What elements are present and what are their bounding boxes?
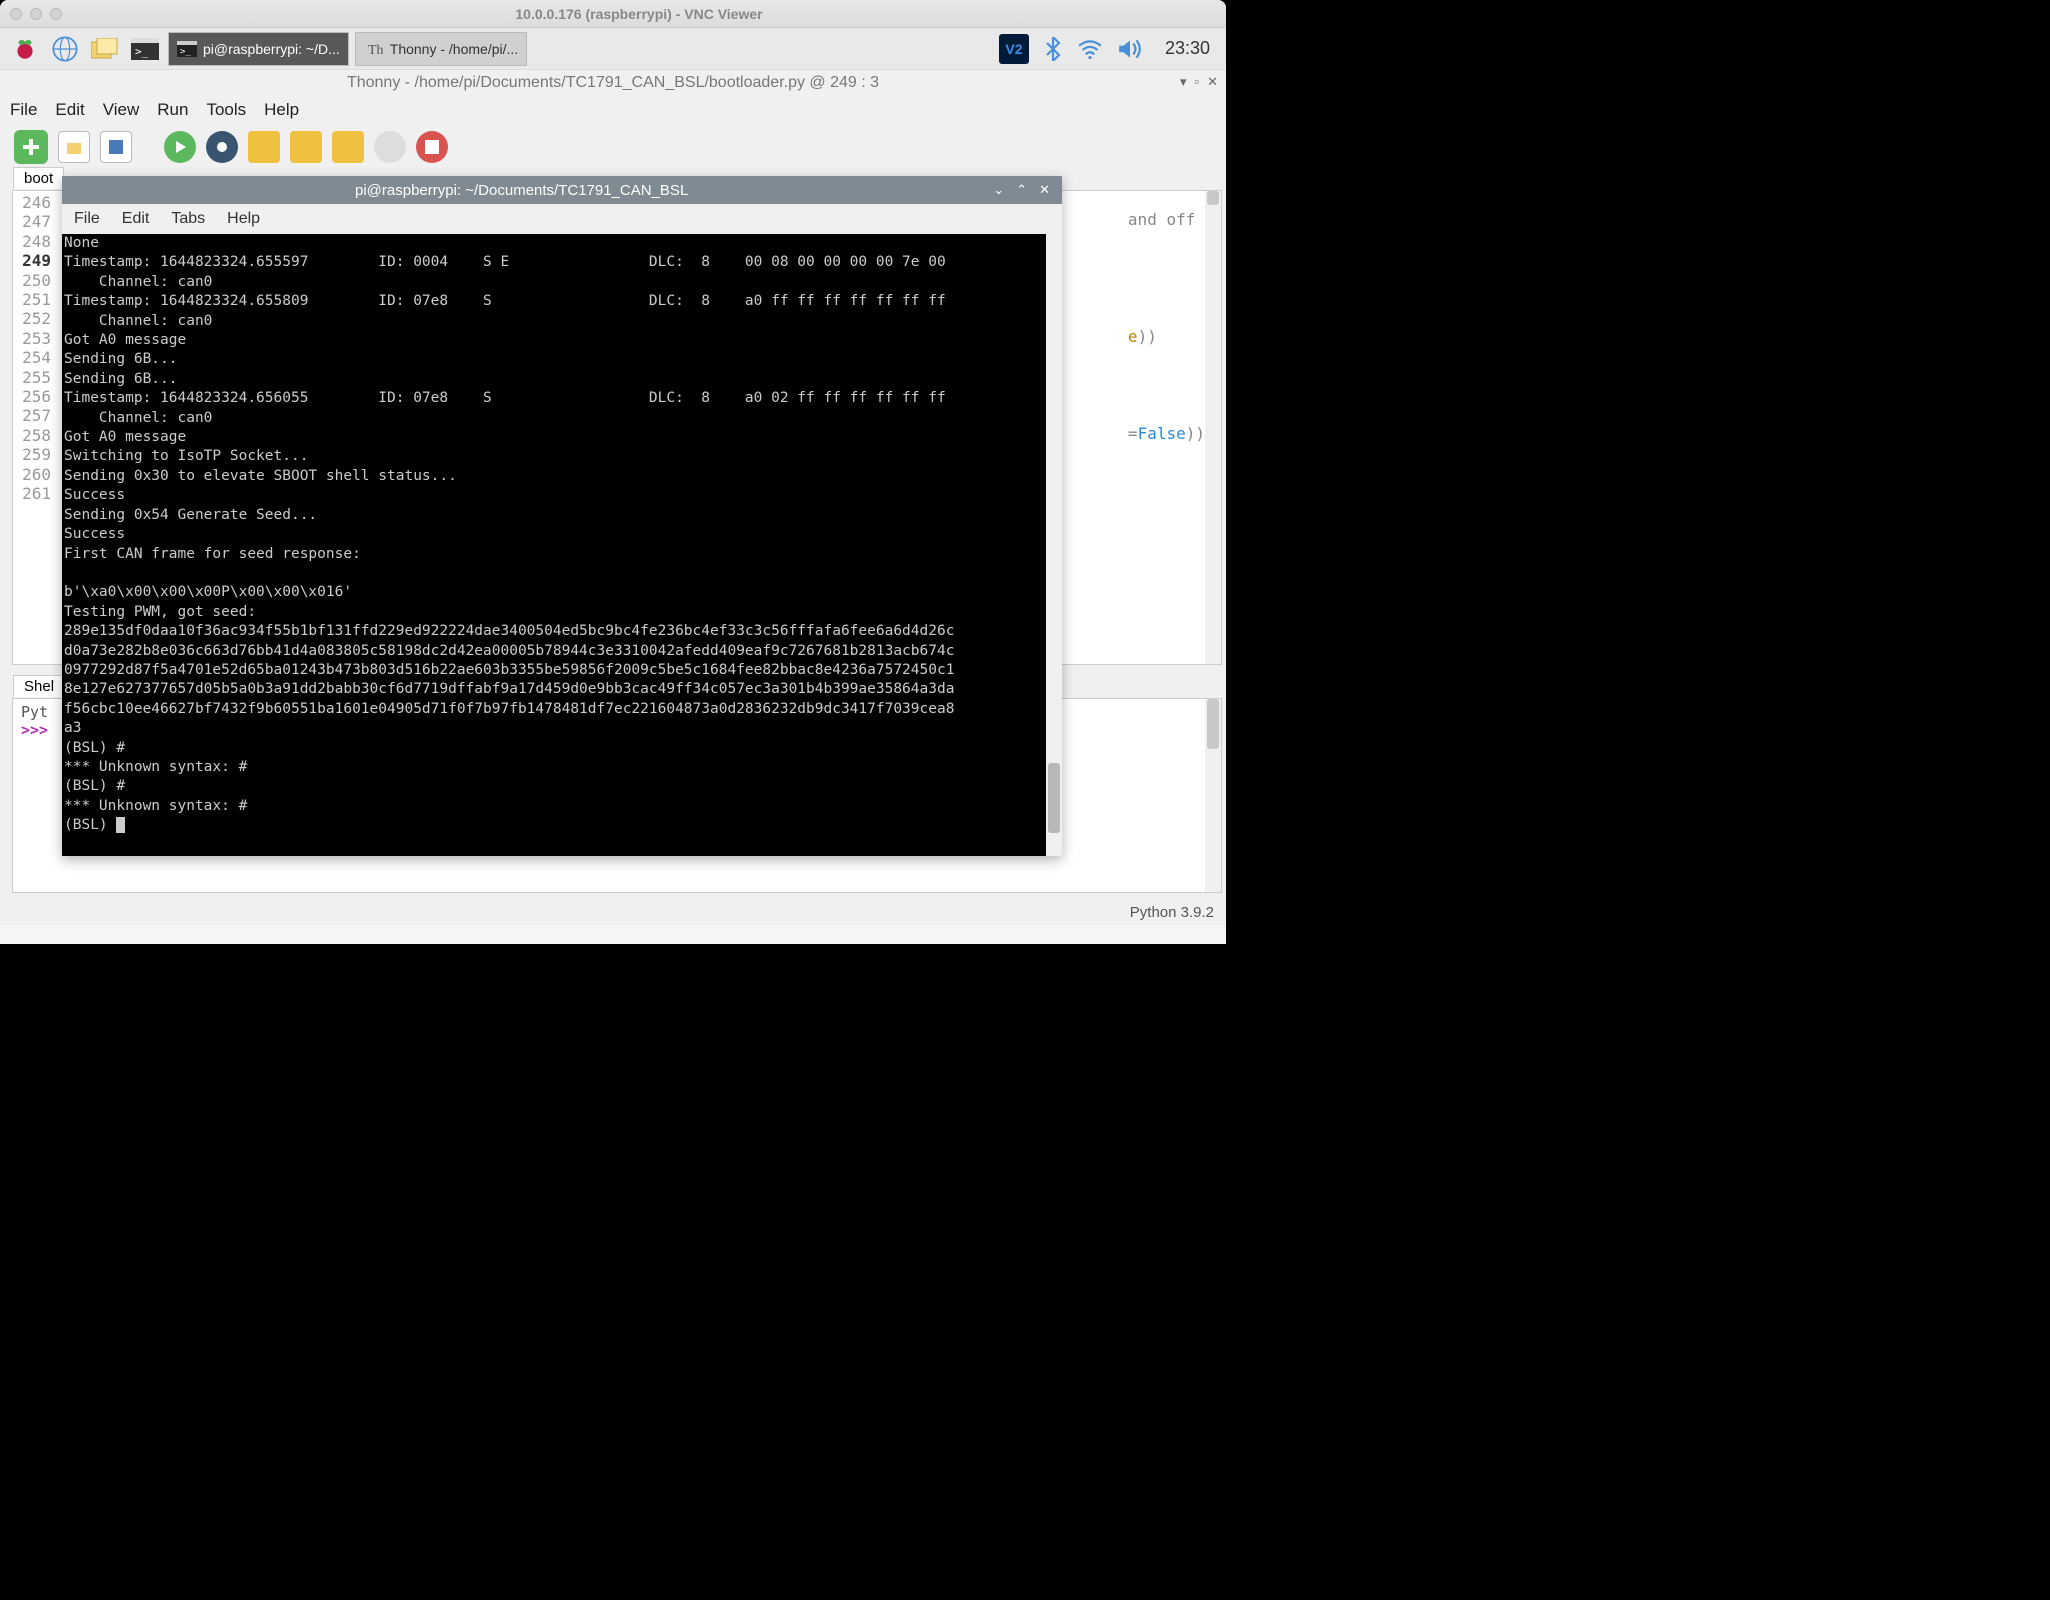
- thonny-menubar: File Edit View Run Tools Help: [0, 96, 1226, 124]
- run-button[interactable]: [164, 131, 196, 163]
- minimize-dot[interactable]: [30, 8, 42, 20]
- menu-edit[interactable]: Edit: [55, 100, 84, 120]
- thonny-icon: Th: [364, 39, 384, 59]
- terminal-body[interactable]: None Timestamp: 1644823324.655597 ID: 00…: [62, 234, 1046, 856]
- pi-taskbar: >_ >_ pi@raspberrypi: ~/D... Th Thonny -…: [0, 28, 1226, 70]
- code-fragment: and off e)) =False)): [1128, 191, 1205, 463]
- thonny-max-icon[interactable]: ▫: [1194, 74, 1199, 90]
- close-dot[interactable]: [10, 8, 22, 20]
- shell-tab[interactable]: Shel: [13, 675, 65, 697]
- terminal-titlebar[interactable]: pi@raspberrypi: ~/Documents/TC1791_CAN_B…: [62, 176, 1062, 204]
- thonny-toolbar: [0, 124, 1226, 170]
- volume-icon[interactable]: [1117, 38, 1143, 60]
- terminal-scrollbar[interactable]: [1046, 234, 1062, 856]
- svg-text:Th: Th: [368, 43, 383, 58]
- menu-file[interactable]: File: [10, 100, 37, 120]
- terminal-title: pi@raspberrypi: ~/Documents/TC1791_CAN_B…: [62, 182, 981, 199]
- new-file-button[interactable]: [14, 130, 48, 164]
- term-menu-edit[interactable]: Edit: [122, 210, 150, 228]
- taskbar-tray: V2 23:30: [999, 34, 1218, 64]
- term-menu-help[interactable]: Help: [227, 210, 260, 228]
- menu-tools[interactable]: Tools: [206, 100, 246, 120]
- stop-button[interactable]: [416, 131, 448, 163]
- menu-help[interactable]: Help: [264, 100, 299, 120]
- raspberry-menu-icon[interactable]: [8, 32, 42, 66]
- taskbar-clock[interactable]: 23:30: [1157, 38, 1218, 59]
- window-traffic-lights[interactable]: [10, 8, 62, 20]
- vnc-titlebar: 10.0.0.176 (raspberrypi) - VNC Viewer: [0, 0, 1226, 28]
- zoom-dot[interactable]: [50, 8, 62, 20]
- thonny-title: Thonny - /home/pi/Documents/TC1791_CAN_B…: [0, 70, 1226, 96]
- open-button[interactable]: [58, 131, 90, 163]
- thonny-close-icon[interactable]: ✕: [1207, 74, 1218, 90]
- resume-button[interactable]: [374, 131, 406, 163]
- terminal-scroll-thumb[interactable]: [1048, 763, 1060, 833]
- terminal-menubar: File Edit Tabs Help: [62, 204, 1062, 234]
- line-gutter: 2462472482492502512522532542552562572582…: [13, 191, 55, 664]
- vnc-window-title: 10.0.0.176 (raspberrypi) - VNC Viewer: [62, 6, 1216, 22]
- filemanager-icon[interactable]: [88, 32, 122, 66]
- thonny-statusbar: Python 3.9.2: [1126, 900, 1218, 925]
- taskbar-app-thonny[interactable]: Th Thonny - /home/pi/...: [355, 32, 527, 66]
- menu-run[interactable]: Run: [157, 100, 188, 120]
- step-into-button[interactable]: [290, 131, 322, 163]
- vnc-tray-icon[interactable]: V2: [999, 34, 1029, 64]
- terminal-icon: >_: [177, 39, 197, 59]
- step-over-button[interactable]: [248, 131, 280, 163]
- terminal-launcher-icon[interactable]: >_: [128, 32, 162, 66]
- taskbar-app-terminal-label: pi@raspberrypi: ~/D...: [203, 41, 340, 57]
- bluetooth-icon[interactable]: [1043, 37, 1063, 61]
- terminal-window: pi@raspberrypi: ~/Documents/TC1791_CAN_B…: [62, 176, 1062, 856]
- menu-view[interactable]: View: [103, 100, 140, 120]
- shell-scrollbar[interactable]: [1205, 699, 1221, 892]
- term-menu-file[interactable]: File: [74, 210, 100, 228]
- debug-button[interactable]: [206, 131, 238, 163]
- step-out-button[interactable]: [332, 131, 364, 163]
- editor-tab[interactable]: boot: [13, 167, 64, 189]
- wifi-icon[interactable]: [1077, 39, 1103, 59]
- thonny-min-icon[interactable]: ▾: [1180, 74, 1187, 90]
- taskbar-app-terminal[interactable]: >_ pi@raspberrypi: ~/D...: [168, 32, 349, 66]
- shell-prompt: >>>: [21, 721, 48, 739]
- svg-text:>_: >_: [135, 45, 149, 58]
- save-button[interactable]: [100, 131, 132, 163]
- terminal-max-icon[interactable]: ⌃: [1016, 182, 1027, 198]
- terminal-close-icon[interactable]: ✕: [1039, 182, 1050, 198]
- terminal-min-icon[interactable]: ⌄: [993, 182, 1004, 198]
- editor-scrollbar[interactable]: [1205, 191, 1221, 664]
- svg-text:>_: >_: [180, 47, 191, 57]
- taskbar-app-thonny-label: Thonny - /home/pi/...: [390, 41, 518, 57]
- term-menu-tabs[interactable]: Tabs: [171, 210, 205, 228]
- browser-icon[interactable]: [48, 32, 82, 66]
- vnc-viewer-window: 10.0.0.176 (raspberrypi) - VNC Viewer >_…: [0, 0, 1226, 944]
